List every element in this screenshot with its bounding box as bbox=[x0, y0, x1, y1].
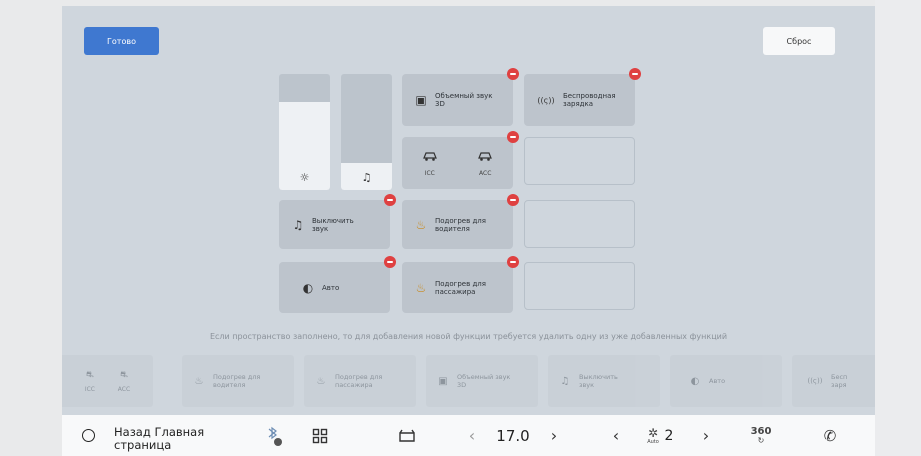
tray-item-mute-sound[interactable]: ♫ Выключить звук bbox=[548, 355, 660, 407]
empty-slot[interactable] bbox=[524, 262, 635, 310]
acc-car-icon bbox=[477, 150, 493, 165]
temperature-value: 17.0 bbox=[496, 426, 530, 445]
music-note-icon: ♫ bbox=[560, 375, 570, 387]
volume-slider[interactable]: ♫ bbox=[341, 74, 392, 190]
music-note-icon: ♫ bbox=[361, 171, 372, 184]
acc-car-icon: ⛐ bbox=[120, 369, 128, 380]
tile-label: Подогрев для водителя bbox=[435, 216, 486, 233]
seat-heat-icon: ♨ bbox=[194, 375, 204, 387]
tray-item-driver-seat-heat[interactable]: ♨ Подогрев для водителя bbox=[182, 355, 294, 407]
tile-label: Беспроводная зарядка bbox=[563, 92, 616, 108]
speaker-icon: ▣ bbox=[415, 93, 427, 107]
hint-text: Если пространство заполнено, то для доба… bbox=[209, 332, 728, 341]
background-strip bbox=[875, 0, 921, 456]
tray-item-icc-acc[interactable]: ⛐ ICC ⛐ ACC bbox=[62, 355, 153, 407]
seat-heat-icon: ♨ bbox=[316, 375, 326, 387]
seat-heat-icon: ♨ bbox=[415, 280, 427, 295]
remove-icon[interactable] bbox=[507, 131, 519, 143]
grid-icon[interactable] bbox=[305, 415, 335, 456]
tray-label: Выключить звук bbox=[579, 373, 618, 389]
home-circle-icon[interactable] bbox=[82, 429, 95, 442]
acc-label: ACC bbox=[479, 169, 492, 177]
screen: Готово Сброс ☼ ♫ ▣ Объемный звук 3D ((ς)… bbox=[62, 6, 875, 456]
car-seat-icon[interactable] bbox=[392, 415, 422, 456]
music-note-icon: ♫ bbox=[292, 217, 304, 232]
tile-mute-sound[interactable]: ♫ Выключить звук bbox=[279, 194, 396, 249]
remove-icon[interactable] bbox=[384, 256, 396, 268]
remove-icon[interactable] bbox=[384, 194, 396, 206]
fan-increase-icon[interactable]: › bbox=[698, 415, 714, 456]
bluetooth-icon[interactable] bbox=[258, 415, 288, 456]
wireless-charging-icon: ((ς)) bbox=[807, 377, 823, 385]
icc-label: ICC bbox=[424, 169, 435, 177]
wireless-charging-icon: ((ς)) bbox=[537, 95, 555, 105]
done-button[interactable]: Готово bbox=[84, 27, 159, 55]
tray-item-passenger-seat-heat[interactable]: ♨ Подогрев для пассажира bbox=[304, 355, 416, 407]
remove-icon[interactable] bbox=[629, 68, 641, 80]
temp-increase-icon[interactable]: › bbox=[546, 415, 562, 456]
sun-icon: ☼ bbox=[299, 171, 310, 184]
tray-label: Объемный звук 3D bbox=[457, 373, 511, 389]
tray-item-auto[interactable]: ◐ Авто bbox=[670, 355, 782, 407]
acc-label: ACC bbox=[117, 385, 131, 393]
tile-label: Объемный звук 3D bbox=[435, 92, 493, 108]
fan-decrease-icon[interactable]: ‹ bbox=[608, 415, 624, 456]
fan-speed-value: 2 bbox=[664, 427, 674, 444]
phone-icon[interactable]: ✆ bbox=[818, 415, 842, 456]
tray-item-surround-sound[interactable]: ▣ Объемный звук 3D bbox=[426, 355, 538, 407]
tile-wireless-charging[interactable]: ((ς)) Беспроводная зарядка bbox=[524, 68, 641, 126]
tile-label: Подогрев для пассажира bbox=[435, 279, 486, 296]
rotate-icon: ↻ bbox=[757, 436, 765, 445]
tray-label: Авто bbox=[709, 377, 726, 385]
icc-label: ICC bbox=[84, 385, 95, 393]
fan-auto-label: Auto bbox=[647, 438, 659, 445]
remove-icon[interactable] bbox=[507, 256, 519, 268]
tray-item-wireless-charging[interactable]: ((ς)) Бесп заря bbox=[792, 355, 875, 407]
tile-auto[interactable]: ◐ Авто bbox=[279, 256, 396, 313]
tile-label: Выключить звук bbox=[312, 216, 354, 233]
tile-icc-acc[interactable]: ICC ACC bbox=[402, 131, 519, 189]
reset-button[interactable]: Сброс bbox=[763, 27, 835, 55]
toggle-icon: ◐ bbox=[690, 375, 700, 387]
speaker-icon: ▣ bbox=[438, 375, 448, 387]
empty-slot[interactable] bbox=[524, 200, 635, 248]
fan-icon: ✲ Auto bbox=[647, 425, 659, 445]
empty-slot[interactable] bbox=[524, 137, 635, 185]
icc-car-icon bbox=[422, 150, 438, 165]
camera-360-button[interactable]: 360 ↻ bbox=[746, 415, 776, 456]
tile-passenger-seat-heat[interactable]: ♨ Подогрев для пассажира bbox=[402, 256, 519, 313]
brightness-slider[interactable]: ☼ bbox=[279, 74, 330, 190]
remove-icon[interactable] bbox=[507, 194, 519, 206]
temp-decrease-icon[interactable]: ‹ bbox=[464, 415, 480, 456]
toggle-icon: ◐ bbox=[302, 280, 314, 295]
seat-heat-icon: ♨ bbox=[415, 217, 427, 232]
tile-label: Авто bbox=[322, 283, 340, 292]
tray-label: Бесп заря bbox=[831, 373, 848, 389]
bottom-bar: Назад Главная страница ‹ 17.0 › ‹ ✲ Auto… bbox=[62, 415, 875, 456]
tray-label: Подогрев для водителя bbox=[213, 373, 261, 389]
icc-car-icon: ⛐ bbox=[86, 369, 94, 380]
back-home-label[interactable]: Назад Главная страница bbox=[114, 426, 244, 452]
remove-icon[interactable] bbox=[507, 68, 519, 80]
tile-surround-sound[interactable]: ▣ Объемный звук 3D bbox=[402, 68, 519, 126]
tile-driver-seat-heat[interactable]: ♨ Подогрев для водителя bbox=[402, 194, 519, 249]
tray-label: Подогрев для пассажира bbox=[335, 373, 383, 389]
